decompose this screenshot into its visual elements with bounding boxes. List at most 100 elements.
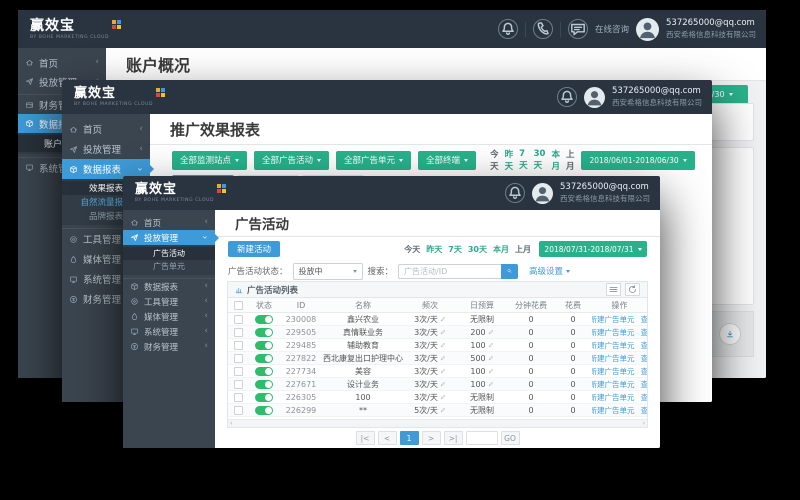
action-link-新建广告单元[interactable]: 新建广告单元 [592,405,635,416]
tools-icon [69,235,78,244]
scroll-right-icon[interactable]: › [643,421,645,427]
action-link-查看报表[interactable]: 查看报表 [641,405,648,416]
status-toggle[interactable] [255,406,273,415]
action-link-查看报表[interactable]: 查看报表 [641,392,648,403]
sidebar-item-label: 数据报表 [144,281,178,293]
action-link-查看报表[interactable]: 查看报表 [641,340,648,351]
action-link-查看报表[interactable]: 查看报表 [641,314,648,325]
sidebar-subitem-广告单元[interactable]: 广告单元 [123,260,215,273]
quick-range-30天[interactable]: 30天 [534,149,546,171]
notification-bell-icon[interactable] [505,183,525,203]
scroll-left-icon[interactable]: ‹ [230,421,232,427]
action-link-新建广告单元[interactable]: 新建广告单元 [592,340,635,351]
search-input[interactable] [398,264,501,279]
row-checkbox[interactable] [234,393,243,402]
filter-button-全部终端[interactable]: 全部终端 [418,151,476,170]
quick-range-今天[interactable]: 今天 [404,244,420,255]
sidebar-subitem-广告活动[interactable]: 广告活动 [123,247,215,260]
action-link-查看报表[interactable]: 查看报表 [641,366,648,377]
sidebar: 首页‹投放管理‹广告活动广告单元数据报表‹工具管理‹媒体管理‹系统管理‹财务管理… [123,210,215,448]
row-checkbox[interactable] [234,328,243,337]
status-toggle[interactable] [255,354,273,363]
page-number-input[interactable] [466,431,498,445]
current-page-button[interactable]: 1 [400,431,419,445]
campaign-minute-cost: 0 [508,406,554,415]
quick-range-昨天[interactable]: 昨天 [505,148,514,172]
sidebar-item-首页[interactable]: 首页‹ [18,53,106,72]
next-page-button[interactable]: > [422,431,441,445]
sidebar-item-投放管理[interactable]: 投放管理‹ [123,230,215,245]
chat-icon[interactable] [568,19,588,39]
action-link-新建广告单元[interactable]: 新建广告单元 [592,392,635,403]
avatar[interactable] [532,183,553,204]
status-toggle[interactable] [255,393,273,402]
row-checkbox[interactable] [234,341,243,350]
quick-range-本月[interactable]: 本月 [493,244,509,255]
quick-range-30天[interactable]: 30天 [468,244,487,255]
status-toggle[interactable] [255,328,273,337]
select-all-checkbox[interactable] [234,301,243,310]
refresh-icon[interactable] [625,283,640,296]
action-link-查看报表[interactable]: 查看报表 [641,379,648,390]
chevron-left-icon: ‹ [204,297,208,306]
row-checkbox[interactable] [234,315,243,324]
status-toggle[interactable] [255,367,273,376]
go-button[interactable]: GO [501,431,520,445]
campaign-actions: 编辑新建广告单元查看报表 [592,366,647,377]
sidebar-item-系统管理[interactable]: 系统管理‹ [123,324,215,339]
sidebar-item-首页[interactable]: 首页‹ [62,119,150,139]
sidebar-item-媒体管理[interactable]: 媒体管理‹ [123,309,215,324]
filter-button-全部广告活动[interactable]: 全部广告活动 [254,151,329,170]
status-toggle[interactable] [255,341,273,350]
action-link-新建广告单元[interactable]: 新建广告单元 [592,314,635,325]
action-link-新建广告单元[interactable]: 新建广告单元 [592,353,635,364]
row-checkbox[interactable] [234,406,243,415]
page-header: 推广效果报表 [150,114,712,145]
sidebar-item-投放管理[interactable]: 投放管理‹ [62,139,150,159]
quick-range-上月[interactable]: 上月 [566,148,575,172]
avatar[interactable] [636,18,659,41]
avatar[interactable] [584,87,605,108]
action-link-新建广告单元[interactable]: 新建广告单元 [592,327,635,338]
filter-button-全部监测站点[interactable]: 全部监测站点 [172,151,247,170]
horizontal-scrollbar[interactable]: ‹ › [228,419,647,427]
sidebar-item-财务管理[interactable]: 财务管理‹ [123,339,215,354]
status-select[interactable]: 投放中 [293,263,363,280]
row-checkbox[interactable] [234,367,243,376]
row-checkbox[interactable] [234,380,243,389]
first-page-button[interactable]: |< [356,431,375,445]
quick-range-上月[interactable]: 上月 [515,244,531,255]
new-campaign-button[interactable]: 新建活动 [228,241,280,257]
last-page-button[interactable]: >| [444,431,463,445]
quick-range-今天[interactable]: 今天 [490,148,499,172]
date-range-button[interactable]: 2018/06/01-2018/06/30 [581,151,694,170]
search-button[interactable] [501,264,518,279]
sidebar-item-工具管理[interactable]: 工具管理‹ [123,294,215,309]
action-link-新建广告单元[interactable]: 新建广告单元 [592,379,635,390]
filter-button-全部广告单元[interactable]: 全部广告单元 [336,151,411,170]
action-link-查看报表[interactable]: 查看报表 [641,327,648,338]
sidebar-item-数据报表[interactable]: 数据报表‹ [123,278,215,294]
phone-icon[interactable] [533,19,553,39]
sidebar-item-首页[interactable]: 首页‹ [123,215,215,230]
list-view-icon[interactable] [606,283,621,296]
status-toggle[interactable] [255,419,273,420]
action-link-新建广告单元[interactable]: 新建广告单元 [592,366,635,377]
search-label: 搜索： [368,265,394,277]
campaign-id: 230008 [280,315,322,324]
status-toggle[interactable] [255,315,273,324]
quick-range-7天[interactable]: 7天 [448,244,462,255]
date-range-button[interactable]: 2018/07/31-2018/07/31 [539,241,647,257]
notification-bell-icon[interactable] [498,19,518,39]
online-service-label[interactable]: 在线咨询 [595,23,629,35]
quick-range-昨天[interactable]: 昨天 [426,244,442,255]
advanced-settings-link[interactable]: 高级设置 [529,265,570,277]
quick-range-7天[interactable]: 7天 [519,149,528,171]
download-button[interactable] [719,323,741,345]
status-toggle[interactable] [255,380,273,389]
prev-page-button[interactable]: < [378,431,397,445]
row-checkbox[interactable] [234,354,243,363]
quick-range-本月[interactable]: 本月 [551,148,560,172]
notification-bell-icon[interactable] [557,87,577,107]
action-link-查看报表[interactable]: 查看报表 [641,353,648,364]
